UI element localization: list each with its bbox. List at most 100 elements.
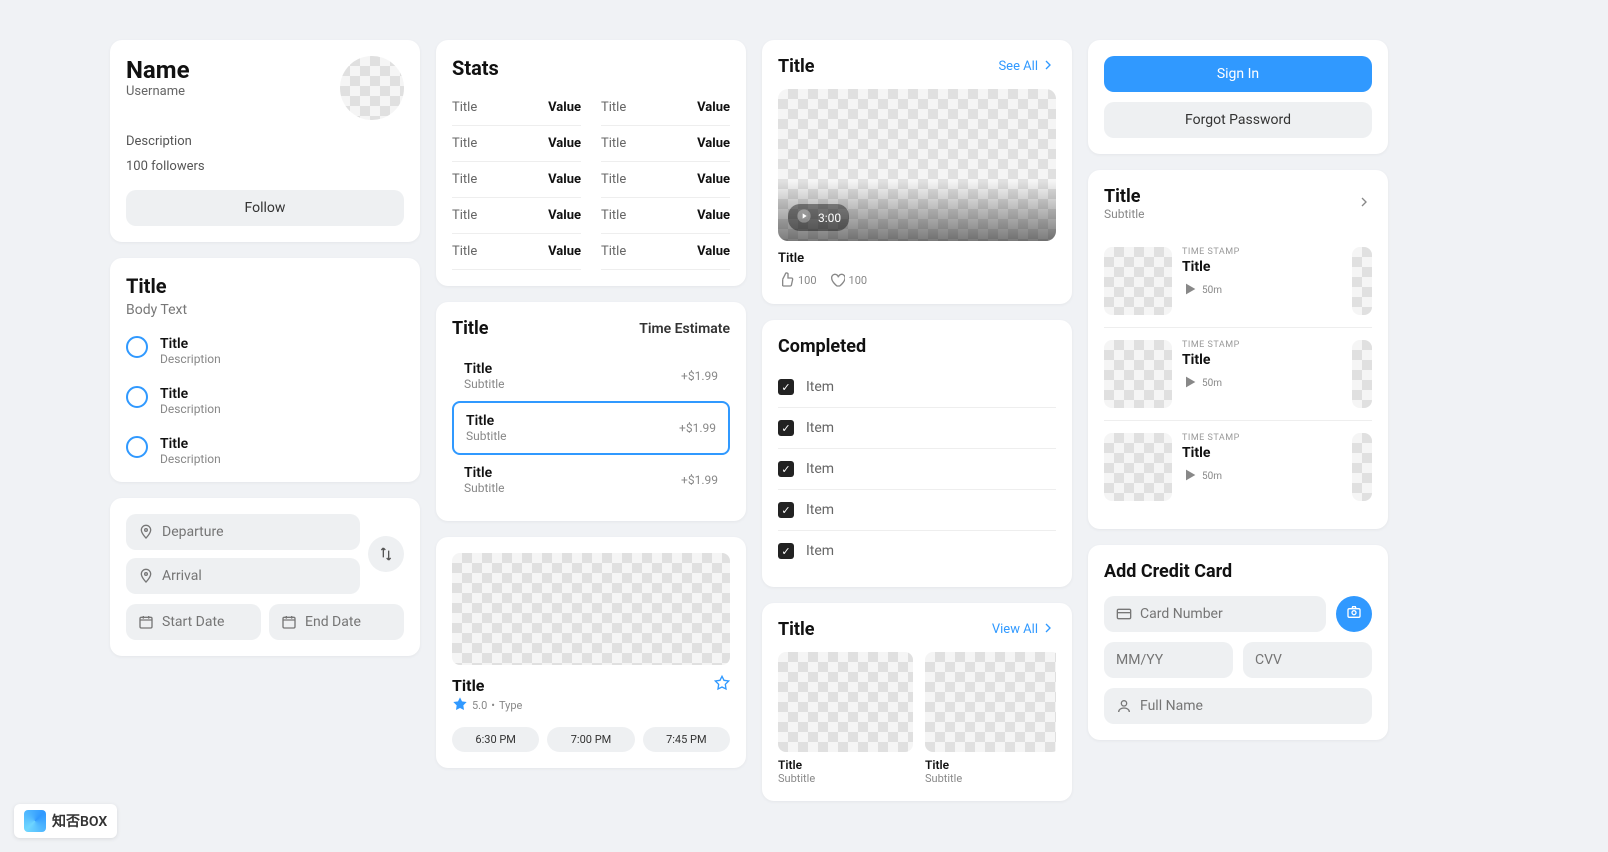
episodes-header-title: Title [1104,186,1145,207]
checkbox-checked-icon: ✓ [778,461,794,477]
stats-header: Stats [452,56,730,80]
end-date-input[interactable] [305,614,392,630]
stat-value: Value [697,100,730,115]
watermark: 知否BOX [14,804,117,838]
stat-title: Title [452,208,477,223]
radio-option[interactable]: Title Description [126,436,404,466]
episode-item[interactable]: TIME STAMP Title 50m [1104,421,1372,513]
episode-duration: 50m [1202,471,1222,482]
arrival-input[interactable] [162,568,348,584]
stat-title: Title [452,100,477,115]
separator: • [491,699,495,712]
completed-item[interactable]: ✓Item [778,490,1056,531]
radio-circle-icon [126,386,148,408]
media-title: Title [452,676,484,695]
time-chip[interactable]: 7:45 PM [643,727,730,752]
gallery-thumb [925,652,1056,752]
radio-option[interactable]: Title Description [126,386,404,416]
auth-card: Sign In Forgot Password [1088,40,1388,154]
cvv-input[interactable] [1255,652,1360,668]
stat-value: Value [548,172,581,187]
play-icon [1182,374,1198,393]
expiry-wrap[interactable] [1104,642,1233,678]
estimate-item-sub: Subtitle [464,481,505,495]
see-all-label: See All [998,59,1038,74]
start-date-input[interactable] [162,614,249,630]
radio-card-title: Title [126,274,404,298]
fullname-wrap[interactable] [1104,688,1372,724]
radio-option[interactable]: Title Description [126,336,404,366]
swap-vertical-icon [378,546,394,562]
episode-item[interactable]: TIME STAMP Title 50m [1104,328,1372,421]
heart-icon [829,272,845,288]
completed-card: Completed ✓Item ✓Item ✓Item ✓Item ✓Item [762,320,1072,587]
estimate-item-sub: Subtitle [466,429,507,443]
stat-value: Value [697,208,730,223]
cvv-wrap[interactable] [1243,642,1372,678]
see-all-link[interactable]: See All [998,57,1056,77]
stat-value: Value [548,244,581,259]
departure-input[interactable] [162,524,348,540]
watermark-logo-icon [24,810,46,832]
estimate-option[interactable]: Title Subtitle +$1.99 [452,351,730,401]
completed-item[interactable]: ✓Item [778,531,1056,571]
episode-item[interactable]: TIME STAMP Title 50m [1104,235,1372,328]
followers-count: 100 followers [126,159,404,174]
stat-value: Value [548,136,581,151]
star-outline-icon [714,675,730,696]
completed-label: Item [806,502,834,518]
camera-icon [1346,604,1362,624]
radio-option-title: Title [160,386,221,402]
fullname-input[interactable] [1140,698,1360,714]
card-number-wrap[interactable] [1104,596,1326,632]
follow-button[interactable]: Follow [126,190,404,226]
episode-title: Title [1182,445,1342,461]
episodes-card: Title Subtitle TIME STAMP Title 50m [1088,170,1388,529]
profile-card: Name Username Description 100 followers … [110,40,420,242]
gallery-item[interactable]: Title Subtitle [925,652,1056,785]
stat-title: Title [601,208,626,223]
radio-option-title: Title [160,436,221,452]
media-card: Title 5.0 • Type 6:30 PM 7:00 PM 7:45 PM [436,537,746,768]
completed-item[interactable]: ✓Item [778,408,1056,449]
stat-title: Title [452,136,477,151]
forgot-password-button[interactable]: Forgot Password [1104,102,1372,138]
expiry-input[interactable] [1116,652,1221,668]
episode-title: Title [1182,259,1342,275]
radio-circle-icon [126,336,148,358]
radio-card-body: Body Text [126,302,404,318]
completed-item[interactable]: ✓Item [778,449,1056,490]
favorite-button[interactable] [714,675,730,696]
estimate-option[interactable]: Title Subtitle +$1.99 [452,455,730,505]
video-thumbnail[interactable]: 3:00 [778,89,1056,241]
end-date-input-wrap[interactable] [269,604,404,640]
time-chip[interactable]: 6:30 PM [452,727,539,752]
scan-card-button[interactable] [1336,596,1372,632]
stat-value: Value [697,244,730,259]
trip-card [110,498,420,656]
signin-button[interactable]: Sign In [1104,56,1372,92]
start-date-input-wrap[interactable] [126,604,261,640]
swap-button[interactable] [368,536,404,572]
episodes-expand-button[interactable] [1356,194,1372,214]
episodes-header-sub: Subtitle [1104,207,1145,221]
gallery-card: Title View All Title Subtitle Title Subt… [762,603,1072,801]
departure-input-wrap[interactable] [126,514,360,550]
completed-item[interactable]: ✓Item [778,367,1056,408]
stat-title: Title [601,100,626,115]
videos-title: Title [778,56,815,77]
card-number-input[interactable] [1140,606,1314,622]
radio-option-desc: Description [160,402,221,416]
time-chip[interactable]: 7:00 PM [547,727,634,752]
location-pin-icon [138,568,154,584]
estimate-option-selected[interactable]: Title Subtitle +$1.99 [452,401,730,455]
avatar[interactable] [340,56,404,120]
star-filled-icon [452,696,468,715]
stats-left-col: TitleValue TitleValue TitleValue TitleVa… [452,90,581,270]
play-circle-icon [796,208,812,227]
stats-right-col: TitleValue TitleValue TitleValue TitleVa… [601,90,730,270]
arrival-input-wrap[interactable] [126,558,360,594]
gallery-item[interactable]: Title Subtitle [778,652,913,785]
view-all-link[interactable]: View All [992,620,1056,640]
completed-label: Item [806,379,834,395]
